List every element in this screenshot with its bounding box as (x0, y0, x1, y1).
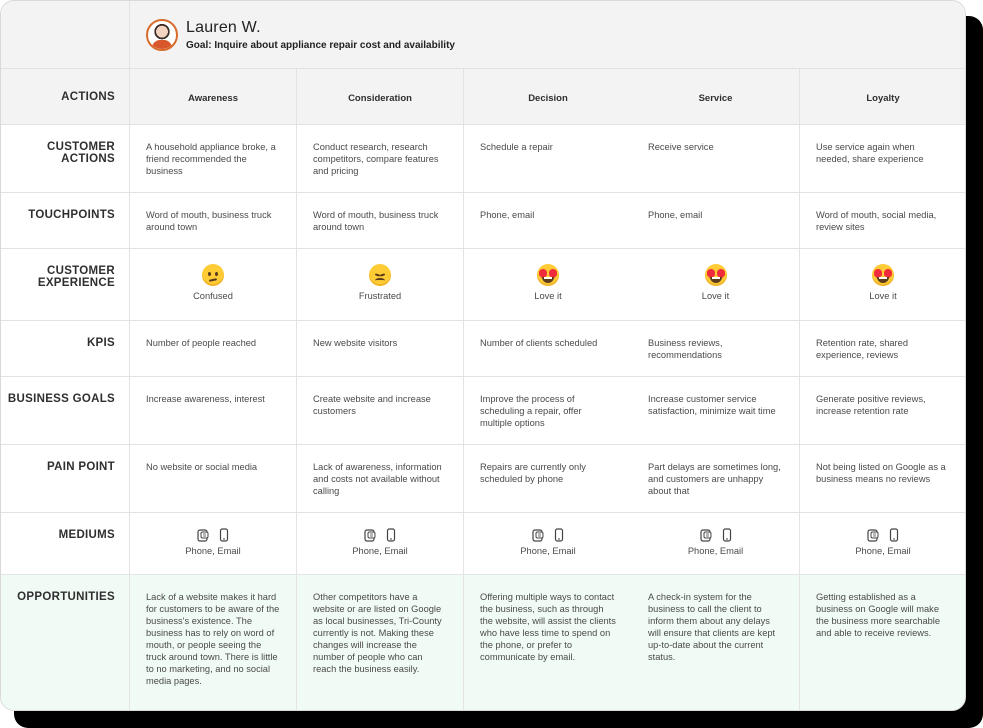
phone-chat-icon (532, 529, 544, 542)
mobile-icon (386, 528, 396, 542)
kpis-cell: Number of people reached (130, 321, 297, 377)
touchpoints-cell: Word of mouth, business truck around tow… (130, 193, 297, 249)
persona-info: Lauren W. Goal: Inquire about appliance … (186, 19, 455, 51)
journey-map-grid: Lauren W. Goal: Inquire about appliance … (1, 1, 965, 710)
stage-decision: Decision (464, 69, 632, 125)
phone-chat-icon (699, 529, 711, 542)
row-label-business-goals: BUSINESS GOALS (1, 377, 130, 445)
stage-service: Service (632, 69, 800, 125)
opportunities-cell: Lack of a website makes it hard for cust… (130, 575, 297, 710)
customer-actions-cell: Receive service (632, 125, 800, 193)
row-label-mediums: MEDIUMS (1, 513, 130, 575)
mediums-cell: Phone, Email (130, 513, 297, 575)
persona-name: Lauren W. (186, 18, 261, 36)
customer-actions-cell: Use service again when needed, share exp… (800, 125, 965, 193)
mediums-cell: Phone, Email (297, 513, 464, 575)
journey-map-card: Lauren W. Goal: Inquire about appliance … (0, 0, 966, 711)
kpis-cell: Business reviews, recommendations (632, 321, 800, 377)
corner-cell (1, 1, 130, 69)
experience-cell: Frustrated (297, 249, 464, 321)
stage-loyalty: Loyalty (800, 69, 965, 125)
business-goals-cell: Increase customer service satisfaction, … (632, 377, 800, 445)
pain-point-cell: No website or social media (130, 445, 297, 513)
heart-eyes-face-icon (537, 264, 559, 286)
heart-eyes-face-icon (704, 264, 727, 286)
stage-awareness: Awareness (130, 69, 297, 125)
phone-chat-icon (867, 529, 879, 542)
opportunities-cell: A check-in system for the business to ca… (632, 575, 800, 710)
pain-point-cell: Part delays are sometimes long, and cust… (632, 445, 800, 513)
pain-point-cell: Lack of awareness, information and costs… (297, 445, 464, 513)
business-goals-cell: Create website and increase customers (297, 377, 464, 445)
persona-header: Lauren W. Goal: Inquire about appliance … (130, 1, 965, 69)
persona-goal: Goal: Inquire about appliance repair cos… (186, 39, 455, 51)
row-label-customer-actions: CUSTOMER ACTIONS (1, 125, 130, 193)
mobile-icon (554, 528, 564, 542)
experience-cell: Love it (632, 249, 800, 321)
kpis-cell: Retention rate, shared experience, revie… (800, 321, 965, 377)
mediums-cell: Phone, Email (464, 513, 632, 575)
frustrated-face-icon (369, 264, 391, 286)
customer-actions-cell: Schedule a repair (464, 125, 632, 193)
opportunities-cell: Offering multiple ways to contact the bu… (464, 575, 632, 710)
stage-consideration: Consideration (297, 69, 464, 125)
pain-point-cell: Repairs are currently only scheduled by … (464, 445, 632, 513)
kpis-cell: New website visitors (297, 321, 464, 377)
mediums-cell: Phone, Email (800, 513, 965, 575)
mediums-label: Phone, Email (520, 546, 576, 556)
touchpoints-cell: Phone, email (464, 193, 632, 249)
mobile-icon (889, 528, 899, 542)
mediums-label: Phone, Email (352, 546, 408, 556)
experience-label: Love it (534, 291, 562, 301)
phone-chat-icon (197, 529, 209, 542)
row-label-pain-point: PAIN POINT (1, 445, 130, 513)
experience-cell: Love it (800, 249, 965, 321)
heart-eyes-face-icon (872, 264, 894, 286)
row-label-touchpoints: TOUCHPOINTS (1, 193, 130, 249)
experience-label: Love it (869, 291, 897, 301)
avatar (146, 18, 178, 51)
row-label-customer-experience: CUSTOMER EXPERIENCE (1, 249, 130, 321)
business-goals-cell: Increase awareness, interest (130, 377, 297, 445)
mediums-cell: Phone, Email (632, 513, 800, 575)
experience-cell: Confused (130, 249, 297, 321)
mediums-label: Phone, Email (855, 546, 911, 556)
confused-face-icon (202, 264, 224, 286)
opportunities-cell: Getting established as a business on Goo… (800, 575, 965, 710)
mediums-label: Phone, Email (687, 546, 744, 556)
experience-label: Frustrated (358, 291, 402, 301)
experience-label: Love it (701, 291, 730, 301)
mobile-icon (722, 528, 731, 542)
business-goals-cell: Generate positive reviews, increase rete… (800, 377, 965, 445)
touchpoints-cell: Phone, email (632, 193, 800, 249)
mediums-label: Phone, Email (185, 546, 241, 556)
mobile-icon (219, 528, 229, 542)
experience-cell: Love it (464, 249, 632, 321)
pain-point-cell: Not being listed on Google as a business… (800, 445, 965, 513)
business-goals-cell: Improve the process of scheduling a repa… (464, 377, 632, 445)
kpis-cell: Number of clients scheduled (464, 321, 632, 377)
touchpoints-cell: Word of mouth, social media, review site… (800, 193, 965, 249)
opportunities-cell: Other competitors have a website or are … (297, 575, 464, 710)
row-label-opportunities: OPPORTUNITIES (1, 575, 130, 710)
experience-label: Confused (193, 291, 233, 301)
customer-actions-cell: Conduct research, research competitors, … (297, 125, 464, 193)
row-label-actions: ACTIONS (1, 69, 130, 125)
customer-actions-cell: A household appliance broke, a friend re… (130, 125, 297, 193)
row-label-kpis: KPIS (1, 321, 130, 377)
phone-chat-icon (364, 529, 376, 542)
touchpoints-cell: Word of mouth, business truck around tow… (297, 193, 464, 249)
